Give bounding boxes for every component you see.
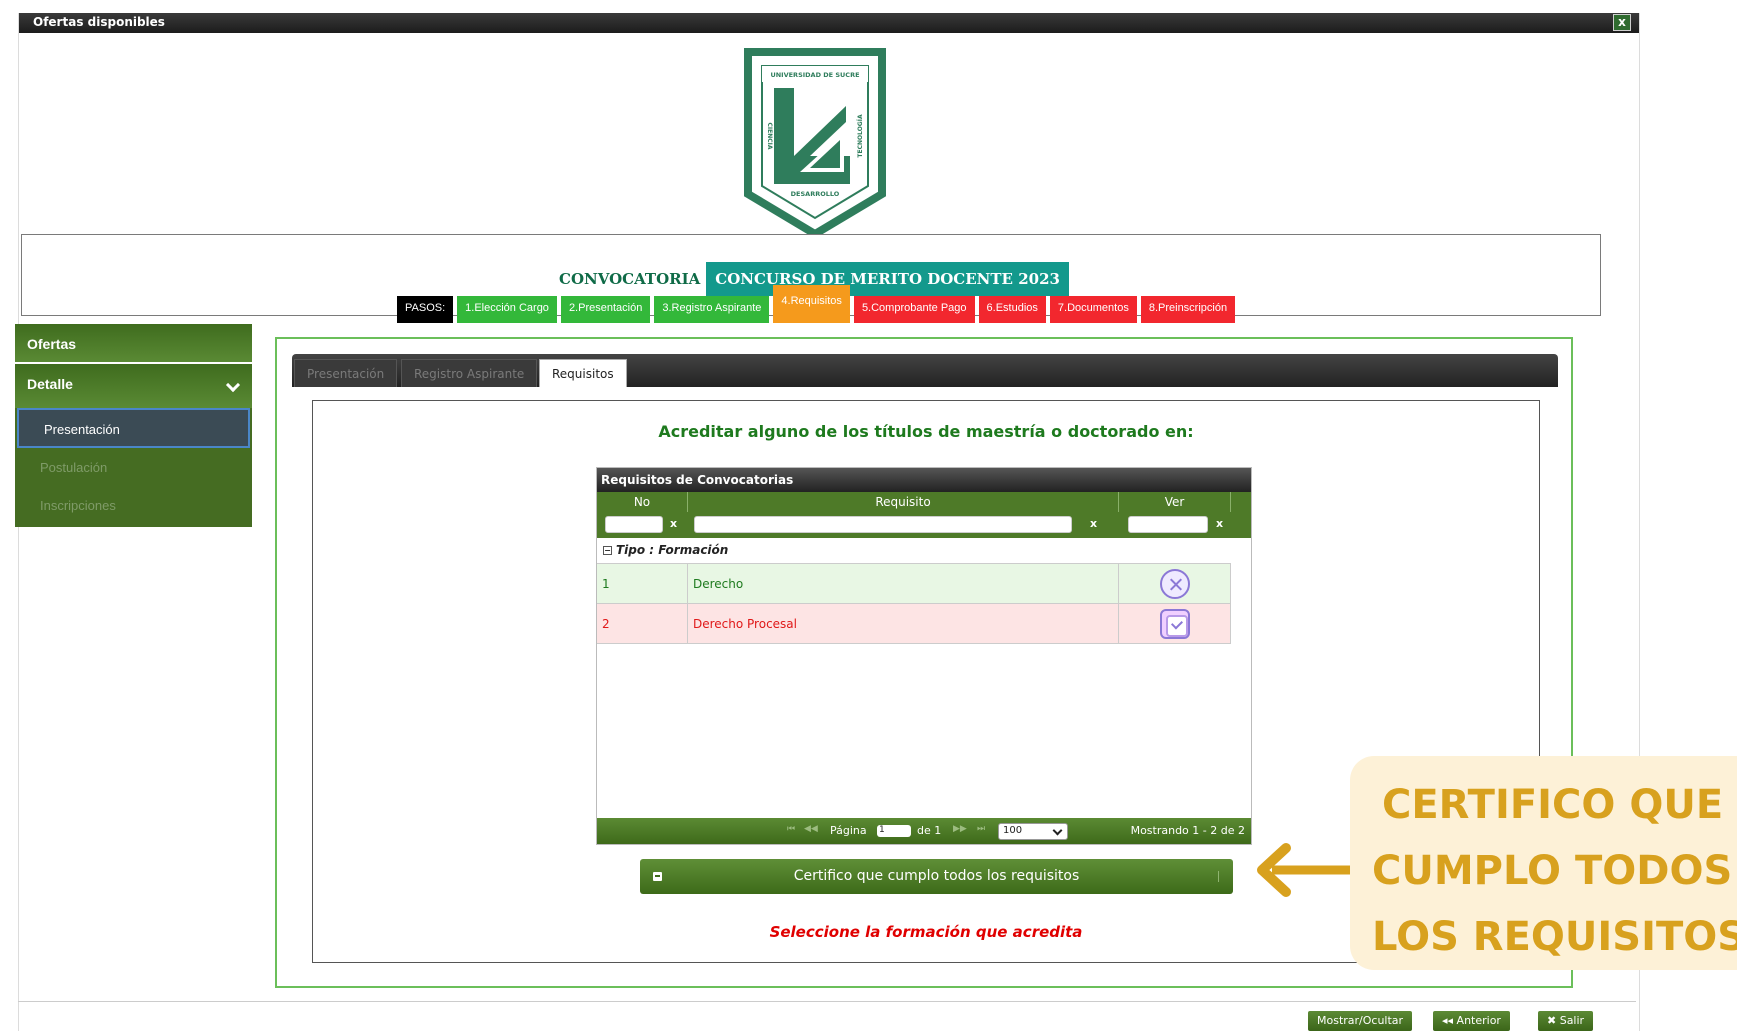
steps-label: PASOS: xyxy=(397,296,454,323)
row-ver-cell xyxy=(1119,604,1231,643)
annotation-line-1: CERTIFICO QUE xyxy=(1382,782,1724,828)
grid-filter-row: x x x xyxy=(597,512,1251,538)
exit-button[interactable]: ✖ Salir xyxy=(1538,1011,1594,1031)
row-requisito: Derecho Procesal xyxy=(688,604,1119,643)
step-documentos[interactable]: 7.Documentos xyxy=(1049,296,1137,323)
arrow-left-icon xyxy=(1257,843,1350,897)
page-input[interactable]: 1 xyxy=(877,825,911,837)
row-no: 2 xyxy=(597,604,688,643)
tab-presentacion[interactable]: Presentación xyxy=(294,359,398,387)
filter-requisito-input[interactable] xyxy=(694,516,1072,533)
checkbox-checked-icon[interactable] xyxy=(1159,608,1190,639)
steps-panel: CONVOCATORIA CONCURSO DE MERITO DOCENTE 2… xyxy=(21,234,1601,323)
circle-x-icon[interactable] xyxy=(1159,568,1190,599)
row-no: 1 xyxy=(597,564,688,603)
column-no[interactable]: No xyxy=(597,492,688,512)
convocatoria-label: CONVOCATORIA xyxy=(559,270,701,288)
collapse-icon[interactable]: − xyxy=(603,546,612,555)
window-title: Ofertas disponibles xyxy=(33,15,165,29)
step-eleccion-cargo[interactable]: 1.Elección Cargo xyxy=(457,296,557,323)
page-of-label: de 1 xyxy=(917,824,942,837)
tab-requisitos[interactable]: Requisitos xyxy=(539,359,627,387)
column-ver[interactable]: Ver xyxy=(1119,492,1231,512)
grid-pager: ⏮ ◀◀ Página 1 de 1 ▶▶ ⏭ 100 Mostrando 1 … xyxy=(597,818,1251,844)
window-titlebar: Ofertas disponibles x xyxy=(19,13,1639,33)
certify-button-label: Certifico que cumplo todos los requisito… xyxy=(793,868,1080,884)
logo-bottom-text: DESARROLLO xyxy=(791,190,840,198)
table-row[interactable]: 2 Derecho Procesal xyxy=(597,604,1231,644)
clear-filter-requisito[interactable]: x xyxy=(1090,517,1097,530)
last-page-icon[interactable]: ⏭ xyxy=(977,824,985,834)
filter-no-input[interactable] xyxy=(605,516,663,533)
requirements-grid: Requisitos de Convocatorias No Requisito… xyxy=(596,467,1252,845)
row-ver-cell xyxy=(1119,564,1231,603)
page-size-select[interactable]: 100 xyxy=(998,823,1068,840)
step-estudios[interactable]: 6.Estudios xyxy=(978,296,1046,323)
toggle-button[interactable]: Mostrar/Ocultar xyxy=(1308,1011,1413,1031)
grid-header: No Requisito Ver xyxy=(597,492,1251,512)
save-icon xyxy=(653,872,662,881)
annotation-line-2: CUMPLO TODOS xyxy=(1372,848,1733,894)
sidebar-item-presentacion[interactable]: Presentación xyxy=(17,408,250,448)
annotation-line-3: LOS REQUISITOS xyxy=(1372,914,1737,960)
logo-left-text: CIENCIA xyxy=(766,122,773,149)
page-label: Página xyxy=(830,824,867,837)
requirements-heading: Acreditar alguno de los títulos de maest… xyxy=(658,422,1194,441)
step-requisitos[interactable]: 4.Requisitos xyxy=(773,285,850,323)
sidebar-item-inscripciones[interactable]: Inscripciones xyxy=(15,486,252,524)
sidebar-ofertas[interactable]: Ofertas xyxy=(15,324,252,364)
group-row[interactable]: − Tipo : Formación xyxy=(597,538,1231,564)
chevron-down-icon xyxy=(225,377,241,393)
row-requisito: Derecho xyxy=(688,564,1119,603)
sidebar-detalle[interactable]: Detalle xyxy=(15,364,252,408)
tab-registro-aspirante[interactable]: Registro Aspirante xyxy=(401,359,538,387)
step-presentacion[interactable]: 2.Presentación xyxy=(560,296,651,323)
tab-bar: Presentación Registro Aspirante Requisit… xyxy=(292,354,1558,387)
previous-button[interactable]: ◂◂ Anterior xyxy=(1433,1011,1510,1031)
steps-bar: PASOS: 1.Elección Cargo 2.Presentación 3… xyxy=(397,285,1236,323)
filter-ver-input[interactable] xyxy=(1128,516,1208,533)
annotation-callout: CERTIFICO QUE CUMPLO TODOS LOS REQUISITO… xyxy=(1350,756,1737,970)
convocatoria-name: CONCURSO DE MERITO DOCENTE 2023 xyxy=(706,262,1069,296)
sidebar-detalle-label: Detalle xyxy=(27,376,73,392)
records-info: Mostrando 1 - 2 de 2 xyxy=(1130,824,1245,837)
step-preinscripcion[interactable]: 8.Preinscripción xyxy=(1140,296,1236,323)
sidebar: Ofertas Detalle Presentación Postulación… xyxy=(15,324,252,527)
page-size-value: 100 xyxy=(1003,825,1023,836)
step-comprobante-pago[interactable]: 5.Comprobante Pago xyxy=(853,296,975,323)
logo-top-text: UNIVERSIDAD DE SUCRE xyxy=(770,71,859,79)
button-separator xyxy=(1218,871,1219,882)
certify-button[interactable]: Certifico que cumplo todos los requisito… xyxy=(640,859,1233,894)
university-logo: UNIVERSIDAD DE SUCRE CIENCIA TECNOLOGÍA … xyxy=(744,48,886,236)
group-label: Tipo : Formación xyxy=(616,543,729,557)
clear-filter-ver[interactable]: x xyxy=(1216,517,1223,530)
next-page-icon[interactable]: ▶▶ xyxy=(953,824,967,834)
step-registro-aspirante[interactable]: 3.Registro Aspirante xyxy=(654,296,770,323)
close-icon[interactable]: x xyxy=(1613,14,1631,31)
prev-page-icon[interactable]: ◀◀ xyxy=(804,824,818,834)
clear-filter-no[interactable]: x xyxy=(670,517,677,530)
sidebar-item-postulacion[interactable]: Postulación xyxy=(15,448,252,486)
footer-divider xyxy=(18,1001,1636,1002)
annotation-text: CERTIFICO QUE CUMPLO TODOS LOS REQUISITO… xyxy=(1350,772,1737,970)
logo-right-text: TECNOLOGÍA xyxy=(856,114,864,158)
grid-title: Requisitos de Convocatorias xyxy=(597,468,1251,492)
table-row[interactable]: 1 Derecho xyxy=(597,564,1231,604)
first-page-icon[interactable]: ⏮ xyxy=(787,824,795,834)
column-requisito[interactable]: Requisito xyxy=(688,492,1119,512)
